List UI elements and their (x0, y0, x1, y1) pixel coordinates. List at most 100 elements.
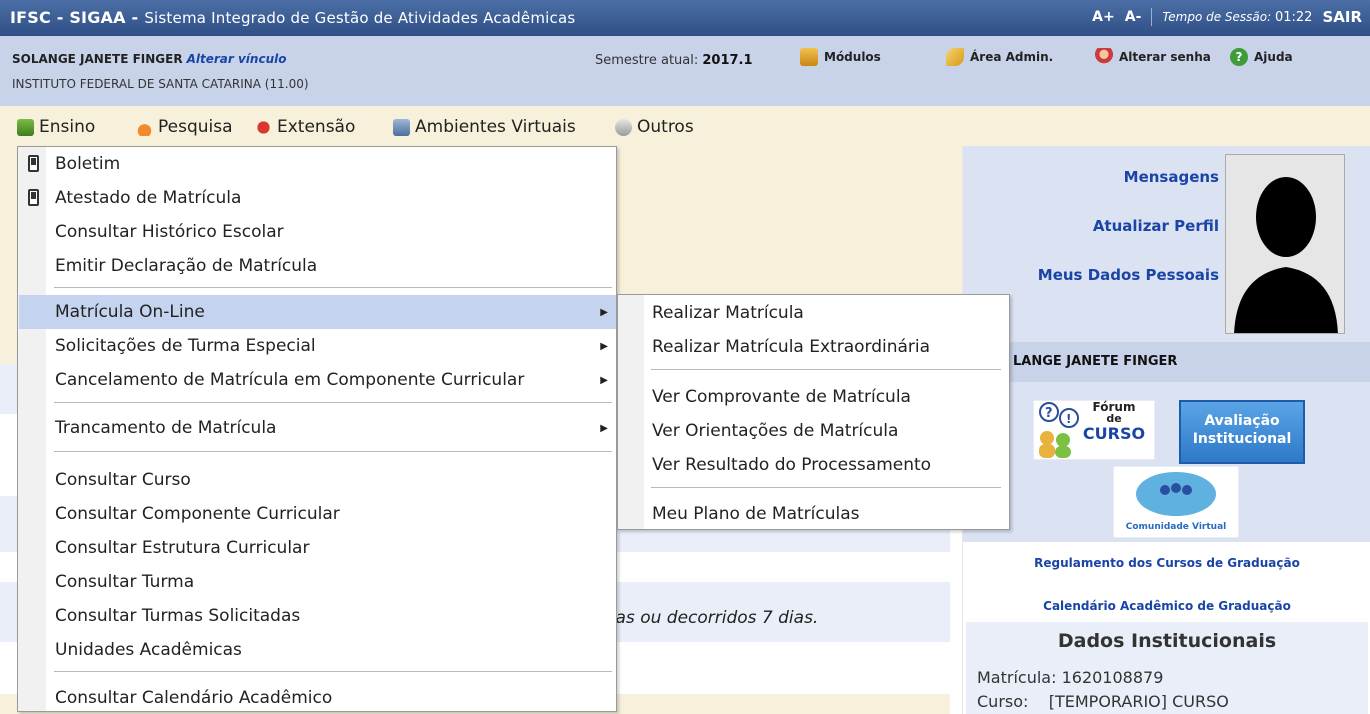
admin-area-label: Área Admin. (970, 50, 1054, 64)
menu-extensao[interactable]: Extensão (255, 117, 355, 137)
menu-separator (651, 487, 1001, 488)
menu-item-atestado[interactable]: Atestado de Matrícula (19, 181, 616, 215)
chevron-right-icon: ▶ (600, 422, 608, 434)
modules-label: Módulos (824, 50, 881, 64)
menu-item-boletim[interactable]: Boletim (19, 147, 616, 181)
menu-separator (54, 451, 612, 452)
logout-button[interactable]: SAIR (1322, 8, 1362, 26)
submenu-item-orientacoes[interactable]: Ver Orientações de Matrícula (619, 414, 1009, 448)
menu-item-componente-curricular[interactable]: Consultar Componente Curricular (19, 497, 616, 531)
menu-item-label: Consultar Estrutura Curricular (55, 538, 310, 558)
menu-item-matricula-online[interactable]: Matrícula On-Line ▶ (19, 295, 616, 329)
books-icon (17, 118, 34, 136)
font-decrease-button[interactable]: A- (1125, 9, 1142, 25)
menu-ensino-label: Ensino (39, 117, 96, 137)
submenu-item-resultado[interactable]: Ver Resultado do Processamento (619, 448, 1009, 482)
regulation-link[interactable]: Regulamento dos Cursos de Graduação (963, 556, 1370, 570)
matricula-row: Matrícula: 1620108879 (977, 668, 1163, 687)
system-name: Sistema Integrado de Gestão de Atividade… (144, 9, 576, 27)
divider (1151, 8, 1153, 26)
forum-label: Fórum de CURSO (1077, 400, 1151, 443)
change-password-label: Alterar senha (1119, 50, 1211, 64)
help-button[interactable]: ? Ajuda (1230, 48, 1293, 66)
semester-label: Semestre atual: (595, 53, 699, 68)
globe-icon (615, 118, 632, 136)
menu-item-historico[interactable]: Consultar Histórico Escolar (19, 215, 616, 249)
personal-data-link[interactable]: Meus Dados Pessoais (1038, 266, 1219, 284)
menu-item-consultar-curso[interactable]: Consultar Curso (19, 463, 616, 497)
curso-value: [TEMPORARIO] CURSO (1048, 692, 1229, 711)
institutional-title: Dados Institucionais (1057, 630, 1277, 652)
heart-icon (255, 118, 272, 136)
messages-link[interactable]: Mensagens (1124, 168, 1219, 186)
menu-item-label: Cancelamento de Matrícula em Componente … (55, 370, 525, 390)
semester-value: 2017.1 (702, 53, 753, 68)
app-title: IFSC - SIGAA - Sistema Integrado de Gestã… (10, 8, 575, 27)
modules-button[interactable]: Módulos (800, 48, 881, 66)
menu-extensao-label: Extensão (277, 117, 356, 137)
menu-item-cancelamento[interactable]: Cancelamento de Matrícula em Componente … (19, 363, 616, 397)
menu-item-label: Boletim (55, 154, 121, 174)
change-password-button[interactable]: Alterar senha (1095, 48, 1211, 66)
menu-item-label: Trancamento de Matrícula (55, 418, 277, 438)
change-link-link[interactable]: Alterar vínculo (187, 52, 287, 66)
user-icon (1095, 48, 1113, 66)
chevron-right-icon: ▶ (600, 374, 608, 386)
menu-item-label: Emitir Declaração de Matrícula (55, 256, 318, 276)
menu-item-label: Consultar Turma (55, 572, 195, 592)
menu-pesquisa[interactable]: Pesquisa (136, 117, 233, 137)
user-name-line: SOLANGE JANETE FINGER Alterar vínculo (12, 52, 286, 66)
calendar-link[interactable]: Calendário Acadêmico de Graduação (963, 599, 1370, 613)
font-increase-button[interactable]: A+ (1092, 9, 1115, 25)
menu-item-estrutura-curricular[interactable]: Consultar Estrutura Curricular (19, 531, 616, 565)
submenu-item-extraordinaria[interactable]: Realizar Matrícula Extraordinária (619, 330, 1009, 364)
menu-item-unidades-academicas[interactable]: Unidades Acadêmicas (19, 633, 616, 667)
menu-pesquisa-label: Pesquisa (158, 117, 233, 137)
menu-item-turmas-solicitadas[interactable]: Consultar Turmas Solicitadas (19, 599, 616, 633)
ensino-dropdown-menu: Boletim Atestado de Matrícula Consultar … (17, 146, 617, 712)
menu-separator (651, 369, 1001, 370)
curso-label: Curso: (977, 692, 1029, 711)
svg-text:?: ? (1045, 406, 1053, 421)
top-bar: IFSC - SIGAA - Sistema Integrado de Gestã… (0, 0, 1370, 36)
submenu-item-plano[interactable]: Meu Plano de Matrículas (619, 497, 1009, 531)
menu-separator (54, 671, 612, 672)
brand-label: IFSC - SIGAA - (10, 8, 139, 27)
menu-item-turma-especial[interactable]: Solicitações de Turma Especial ▶ (19, 329, 616, 363)
menu-item-calendario[interactable]: Consultar Calendário Acadêmico (19, 681, 616, 714)
user-name: SOLANGE JANETE FINGER (12, 52, 183, 66)
submenu-item-realizar-matricula[interactable]: Realizar Matrícula (619, 296, 1009, 330)
student-name-bar: LANGE JANETE FINGER (963, 342, 1370, 382)
menu-item-consultar-turma[interactable]: Consultar Turma (19, 565, 616, 599)
admin-area-button[interactable]: Área Admin. (946, 48, 1053, 66)
menu-outros[interactable]: Outros (615, 117, 694, 137)
session-time: 01:22 (1274, 9, 1313, 25)
profile-links-panel: Mensagens Atualizar Perfil Meus Dados Pe… (963, 146, 1370, 342)
institution-name: INSTITUTO FEDERAL DE SANTA CATARINA (11.… (12, 77, 309, 91)
evaluation-line2: Institucional (1192, 431, 1292, 447)
session-timer: Tempo de Sessão: 01:22 (1162, 10, 1312, 25)
right-sidebar: Mensagens Atualizar Perfil Meus Dados Pe… (962, 146, 1370, 714)
submenu-item-comprovante[interactable]: Ver Comprovante de Matrícula (619, 380, 1009, 414)
key-icon (946, 48, 964, 66)
menu-item-label: Consultar Calendário Acadêmico (55, 688, 333, 708)
forum-line2: de (1106, 412, 1122, 425)
avatar-silhouette-icon (1226, 155, 1344, 333)
user-info-bar: SOLANGE JANETE FINGER Alterar vínculo INS… (0, 36, 1370, 106)
menu-item-declaracao[interactable]: Emitir Declaração de Matrícula (19, 249, 616, 283)
menu-item-trancamento[interactable]: Trancamento de Matrícula ▶ (19, 411, 616, 445)
submenu-item-label: Ver Orientações de Matrícula (652, 421, 899, 441)
menu-item-label: Unidades Acadêmicas (55, 640, 242, 660)
matricula-value: 1620108879 (1061, 668, 1164, 687)
evaluation-badge[interactable]: Avaliação Institucional (1179, 400, 1305, 464)
forum-line3: CURSO (1082, 424, 1146, 443)
menu-item-label: Matrícula On-Line (55, 302, 205, 322)
badges-panel: ? ! Fórum de CURSO Avaliação Institucion… (963, 382, 1370, 542)
matricula-online-submenu: Realizar Matrícula Realizar Matrícula Ex… (617, 294, 1010, 530)
menu-ambientes-virtuais[interactable]: Ambientes Virtuais (393, 117, 576, 137)
submenu-item-label: Meu Plano de Matrículas (652, 504, 860, 524)
community-badge[interactable]: Comunidade Virtual (1112, 465, 1240, 539)
modules-icon (800, 48, 818, 66)
update-profile-link[interactable]: Atualizar Perfil (1093, 217, 1219, 235)
menu-ensino[interactable]: Ensino (17, 117, 95, 137)
